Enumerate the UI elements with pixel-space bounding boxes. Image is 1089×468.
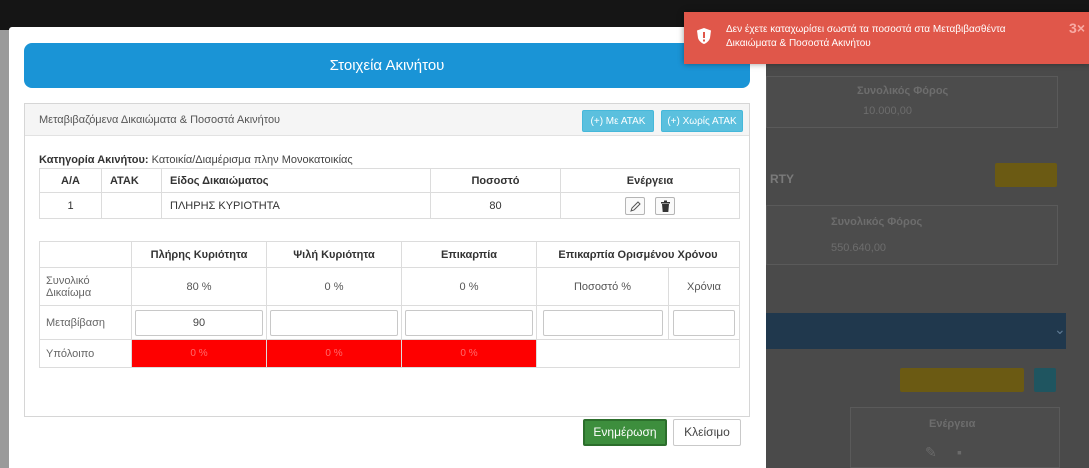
background-tax-panel-2: Συνολικός Φόρος 550.640,00 xyxy=(766,205,1058,265)
total-full-ownership: 80 % xyxy=(131,267,267,306)
category-label: Κατηγορία Ακινήτου: xyxy=(39,154,149,166)
rights-table: Α/Α ΑΤΑΚ Είδος Δικαιώματος Ποσοστό Ενέργ… xyxy=(39,168,740,219)
transfer-full-ownership-cell: 90 xyxy=(131,305,267,340)
property-details-modal: Στοιχεία Ακινήτου Μεταβιβαζόμενα Δικαιώμ… xyxy=(9,27,766,468)
background-tax-value-2: 550.640,00 xyxy=(831,242,887,254)
remainder-label: Υπόλοιπο xyxy=(39,339,132,368)
pct-col-full-ownership: Πλήρης Κυριότητα xyxy=(131,241,267,268)
remainder-bare-ownership: 0 % xyxy=(266,339,402,368)
background-action-panel: Ενέργεια ✎ ▪ xyxy=(850,407,1060,468)
category-value: Κατοικία/Διαμέρισμα πλην Μονοκατοικίας xyxy=(151,154,353,166)
col-aa: Α/Α xyxy=(39,168,102,193)
pct-col-bare-ownership: Ψιλή Κυριότητα xyxy=(266,241,402,268)
pencil-icon xyxy=(630,200,642,212)
trash-icon xyxy=(660,200,670,212)
transfer-timed-years-cell xyxy=(668,305,740,340)
pct-col-usufruct: Επικαρπία xyxy=(401,241,537,268)
total-timed-years: Χρόνια xyxy=(668,267,740,306)
percentages-header: Πλήρης Κυριότητα Ψιλή Κυριότητα Επικαρπί… xyxy=(39,241,740,268)
transfer-row: Μεταβίβαση 90 xyxy=(39,305,740,340)
percentages-table: Πλήρης Κυριότητα Ψιλή Κυριότητα Επικαρπί… xyxy=(39,241,740,368)
edit-button[interactable] xyxy=(625,196,646,215)
close-button[interactable]: Κλείσιμο xyxy=(673,419,741,446)
pencil-icon: ✎ xyxy=(925,444,937,460)
error-toast: Δεν έχετε καταχωρίσει σωστά τα ποσοστά σ… xyxy=(684,12,1089,64)
toast-close-button[interactable]: 3× xyxy=(1069,20,1085,36)
row-atak xyxy=(101,192,162,219)
property-category: Κατηγορία Ακινήτου: Κατοικία/Διαμέρισμα … xyxy=(39,154,353,166)
total-rights-row: Συνολικό Δικαίωμα 80 % 0 % 0 % Ποσοστό %… xyxy=(39,267,740,306)
row-percent: 80 xyxy=(430,192,561,219)
total-bare-ownership: 0 % xyxy=(266,267,402,306)
chevron-down-icon: ⌄ xyxy=(1054,321,1066,337)
transfer-bare-ownership-input[interactable] xyxy=(270,309,398,336)
pct-col-empty xyxy=(39,241,132,268)
rights-box-header: Μεταβιβαζόμενα Δικαιώματα & Ποσοστά Ακιν… xyxy=(25,104,749,136)
rights-box-title: Μεταβιβαζόμενα Δικαιώματα & Ποσοστά Ακιν… xyxy=(39,114,281,126)
transfer-timed-percent-cell xyxy=(536,305,669,340)
remainder-timed-empty xyxy=(536,339,740,368)
trash-icon: ▪ xyxy=(957,444,962,460)
update-button[interactable]: Ενημέρωση xyxy=(583,419,667,446)
background-tax-label: Συνολικός Φόρος xyxy=(857,85,949,97)
rights-box: Μεταβιβαζόμενα Δικαιώματα & Ποσοστά Ακιν… xyxy=(24,103,750,417)
rights-table-header: Α/Α ΑΤΑΚ Είδος Δικαιώματος Ποσοστό Ενέργ… xyxy=(39,168,740,193)
add-with-atak-button[interactable]: (+) Με ΑΤΑΚ xyxy=(582,110,654,132)
col-action: Ενέργεια xyxy=(560,168,740,193)
background-tax-label-2: Συνολικός Φόρος xyxy=(831,216,923,228)
transfer-full-ownership-input[interactable]: 90 xyxy=(135,309,263,336)
transfer-bare-ownership-cell xyxy=(266,305,402,340)
delete-button[interactable] xyxy=(654,196,675,215)
remainder-row: Υπόλοιπο 0 % 0 % 0 % xyxy=(39,339,740,368)
background-tax-value: 10.000,00 xyxy=(863,105,912,117)
toast-message: Δεν έχετε καταχωρίσει σωστά τα ποσοστά σ… xyxy=(726,24,1006,49)
transfer-timed-percent-input[interactable] xyxy=(542,309,663,336)
transfer-usufruct-input[interactable] xyxy=(405,309,533,336)
transfer-usufruct-cell xyxy=(401,305,537,340)
background-yellow-button xyxy=(995,163,1057,187)
background-yellow-button-2 xyxy=(900,368,1024,392)
total-timed-percent: Ποσοστό % xyxy=(536,267,669,306)
total-rights-label: Συνολικό Δικαίωμα xyxy=(39,267,132,306)
total-usufruct: 0 % xyxy=(401,267,537,306)
background-section-heading: RTY xyxy=(770,172,794,186)
pct-col-timed-usufruct: Επικαρπία Ορισμένου Χρόνου xyxy=(536,241,740,268)
remainder-full-ownership: 0 % xyxy=(131,339,267,368)
modal-title: Στοιχεία Ακινήτου xyxy=(24,43,750,88)
row-right-type: ΠΛΗΡΗΣ ΚΥΡΙΟΤΗΤΑ xyxy=(161,192,431,219)
row-aa: 1 xyxy=(39,192,102,219)
background-teal-button xyxy=(1034,368,1056,392)
transfer-label: Μεταβίβαση xyxy=(39,305,132,340)
background-blue-band: ⌄ xyxy=(766,313,1066,349)
background-tax-panel: Συνολικός Φόρος 10.000,00 xyxy=(766,76,1058,128)
background-action-header: Ενέργεια xyxy=(929,418,976,430)
add-without-atak-button[interactable]: (+) Χωρίς ΑΤΑΚ xyxy=(661,110,743,132)
col-right-type: Είδος Δικαιώματος xyxy=(161,168,431,193)
table-row: 1 ΠΛΗΡΗΣ ΚΥΡΙΟΤΗΤΑ 80 xyxy=(39,192,740,219)
row-actions xyxy=(560,192,740,219)
transfer-timed-years-input[interactable] xyxy=(673,309,735,336)
shield-alert-icon xyxy=(697,28,711,44)
remainder-usufruct: 0 % xyxy=(401,339,537,368)
col-atak: ΑΤΑΚ xyxy=(101,168,162,193)
col-percent: Ποσοστό xyxy=(430,168,561,193)
